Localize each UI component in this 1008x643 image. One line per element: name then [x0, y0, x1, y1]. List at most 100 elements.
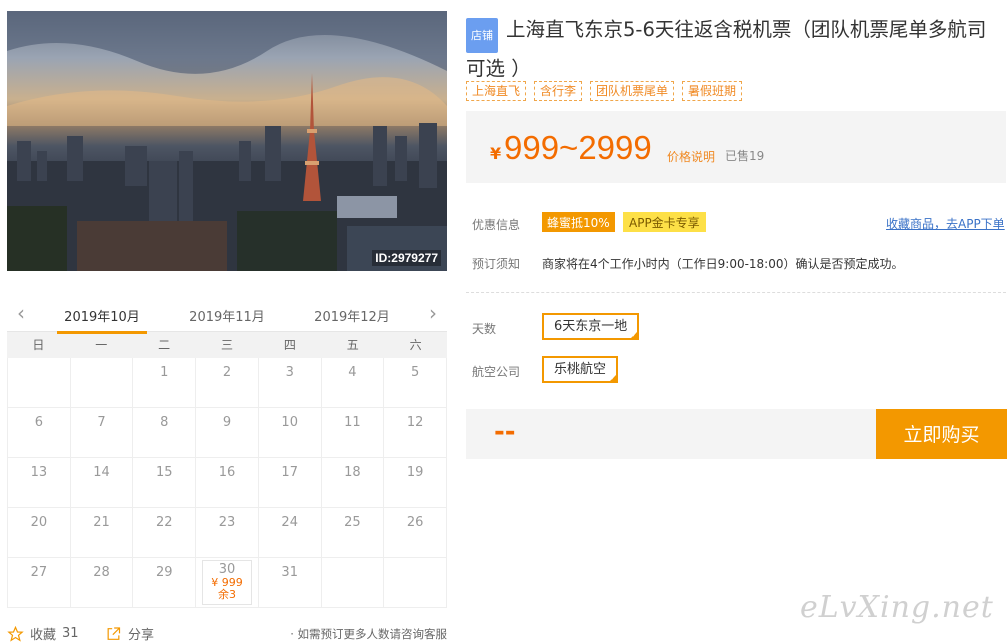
- notice-text: 商家将在4个工作小时内（工作日9:00-18:00）确认是否预定成功。: [542, 257, 904, 271]
- calendar-day: 14: [70, 458, 134, 508]
- calendar-day: 29: [133, 558, 197, 608]
- day-number: 16: [218, 465, 236, 480]
- calendar-day: [70, 358, 134, 408]
- calendar-day: 23: [196, 508, 259, 558]
- calendar-day: 26: [384, 508, 447, 558]
- day-number: 17: [281, 465, 298, 480]
- day-number: 18: [344, 465, 361, 480]
- buy-now-button[interactable]: 立即购买: [876, 409, 1007, 459]
- day-number: 29: [156, 565, 173, 580]
- promo-badge-honey: 蜂蜜抵10%: [542, 212, 615, 232]
- day-number: 31: [281, 565, 298, 580]
- calendar-day: 4: [321, 358, 385, 408]
- chevron-right-icon[interactable]: ›: [423, 302, 443, 324]
- day-number: 12: [406, 415, 424, 430]
- share-label: 分享: [128, 628, 155, 643]
- photo-id-label: ID:2979277: [372, 250, 441, 266]
- product-tags: 上海直飞 含行李 团队机票尾单 暑假班期: [466, 81, 743, 101]
- calendar-day: 21: [70, 508, 134, 558]
- calendar-day: 2: [196, 358, 259, 408]
- price-explain-link[interactable]: 价格说明: [667, 148, 715, 165]
- airline-option-text: 乐桃航空: [554, 362, 607, 377]
- calendar-day: 3: [258, 358, 322, 408]
- day-number: 15: [156, 465, 173, 480]
- calendar-day: 1: [133, 358, 197, 408]
- day-number: 24: [281, 515, 298, 530]
- shop-badge: 店铺: [466, 18, 498, 53]
- day-number: 30: [218, 562, 236, 577]
- calendar-day: 28: [70, 558, 134, 608]
- day-number: 2: [222, 365, 232, 380]
- calendar-day: 11: [321, 408, 385, 458]
- favorite-button[interactable]: 收藏 31: [7, 624, 79, 643]
- calendar-day: 19: [384, 458, 447, 508]
- day-number: 19: [406, 465, 424, 480]
- weekday-label: 六: [409, 338, 422, 352]
- day-number: 5: [411, 365, 420, 380]
- calendar-day: 9: [196, 408, 259, 458]
- day-number: 14: [93, 465, 110, 480]
- share-icon: [107, 626, 121, 640]
- product-title-text: 上海直飞东京5-6天往返含税机票（团队机票尾单多航司可选 ）: [466, 18, 987, 80]
- star-icon: [7, 625, 24, 642]
- day-number: 9: [222, 415, 232, 430]
- calendar-day: 5: [384, 358, 447, 408]
- day-number: 22: [156, 515, 173, 530]
- product-title-block: 店铺 上海直飞东京5-6天往返含税机票（团队机票尾单多航司可选 ）: [466, 14, 1001, 84]
- day-number: 8: [160, 415, 169, 430]
- weekday-label: 五: [346, 338, 359, 352]
- month-tab-dec[interactable]: 2019年12月: [307, 306, 397, 325]
- tokyo-skyline-illustration: [7, 11, 447, 271]
- chevron-left-icon[interactable]: ‹: [11, 302, 31, 324]
- days-label: 天数: [472, 322, 497, 336]
- calendar-day: 22: [133, 508, 197, 558]
- product-title: 店铺 上海直飞东京5-6天往返含税机票（团队机票尾单多航司可选 ）: [466, 14, 1001, 84]
- calendar-day: 7: [70, 408, 134, 458]
- watermark-logo: eLvXing.net: [800, 590, 994, 625]
- price-range: 999~2999: [504, 129, 652, 166]
- month-tab-oct[interactable]: 2019年10月: [57, 306, 147, 334]
- airline-option[interactable]: 乐桃航空 ✓: [542, 356, 619, 383]
- calendar-day: 27: [8, 558, 71, 608]
- day-number: 23: [218, 515, 236, 530]
- favorite-app-link[interactable]: 收藏商品，去APP下单: [886, 215, 1005, 232]
- contact-note: · 如需预订更多人数请咨询客服: [290, 627, 447, 641]
- weekday-label: 日: [32, 338, 45, 352]
- calendar-day: 18: [321, 458, 385, 508]
- weekday-label: 四: [283, 338, 296, 352]
- calendar-day: 16: [196, 458, 259, 508]
- calendar-day: 25: [321, 508, 385, 558]
- sold-count: 已售19: [725, 149, 765, 163]
- calendar-day-available[interactable]: 30 ¥ 999 余3: [196, 558, 259, 608]
- calendar-day: 10: [258, 408, 322, 458]
- calendar-day: 31: [258, 558, 322, 608]
- weekday-label: 三: [221, 338, 234, 352]
- currency-symbol: ¥: [490, 144, 502, 163]
- calendar-day: 12: [384, 408, 447, 458]
- day-number: 6: [34, 415, 43, 430]
- days-option[interactable]: 6天东京一地 ✓: [542, 313, 640, 340]
- section-divider: [466, 292, 1006, 293]
- favorite-label: 收藏: [30, 628, 57, 643]
- days-option-text: 6天东京一地: [554, 319, 628, 334]
- tag-item: 团队机票尾单: [590, 81, 675, 101]
- calendar-day: [384, 558, 447, 608]
- calendar-day: 6: [8, 408, 71, 458]
- day-number: 10: [281, 415, 298, 430]
- calendar-day: 17: [258, 458, 322, 508]
- tag-item: 暑假班期: [682, 81, 743, 101]
- calendar-day: [321, 558, 385, 608]
- calendar-grid: 1 2 3 4 5 6 7 8 9 10 11 12 13 14 15 16 17 18 19 20 21 22 23 24 2…: [7, 358, 447, 608]
- month-tab-nov[interactable]: 2019年11月: [182, 306, 272, 325]
- day-number: 28: [93, 565, 110, 580]
- share-button[interactable]: 分享: [105, 624, 154, 643]
- day-number: 7: [97, 415, 106, 430]
- product-photo[interactable]: ID:2979277: [7, 11, 447, 271]
- weekday-header: 日 一 二 三 四 五 六: [7, 332, 447, 358]
- notice-label: 预订须知: [472, 257, 521, 271]
- day-number: 21: [93, 515, 110, 530]
- weekday-label: 二: [158, 338, 171, 352]
- day-number: 11: [344, 415, 361, 430]
- day-number: 13: [30, 465, 48, 480]
- calendar-day: [8, 358, 71, 408]
